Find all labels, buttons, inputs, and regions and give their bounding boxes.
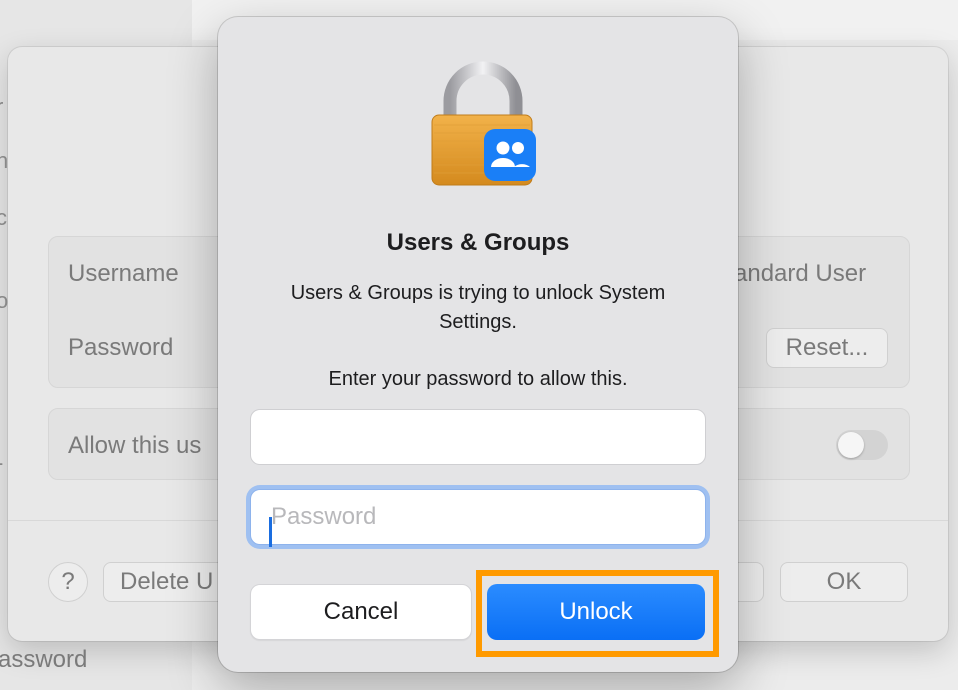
account-type-value: andard User — [734, 260, 867, 287]
dialog-message: Users & Groups is trying to unlock Syste… — [290, 282, 666, 333]
sidebar-fragment: - — [0, 450, 3, 476]
password-section-label: assword — [0, 646, 88, 673]
lock-users-icon — [428, 61, 538, 191]
allow-admin-label: Allow this us — [68, 432, 202, 459]
help-button[interactable]: ? — [48, 562, 88, 602]
cancel-button[interactable]: Cancel — [250, 584, 472, 640]
username-label: Username — [68, 260, 179, 287]
sidebar-fragment: r — [0, 94, 3, 120]
dialog-title: Users & Groups — [386, 229, 570, 256]
ok-button[interactable]: OK — [780, 562, 908, 602]
allow-admin-toggle[interactable] — [836, 430, 888, 460]
username-field[interactable] — [250, 409, 706, 465]
text-caret — [269, 517, 272, 547]
reset-password-button[interactable]: Reset... — [766, 328, 888, 368]
password-field[interactable] — [250, 489, 706, 545]
unlock-highlight-box — [476, 570, 719, 657]
sidebar-fragment: c — [0, 205, 7, 230]
sidebar-fragment: o — [0, 288, 9, 313]
dialog-prompt: Enter your password to allow this. — [328, 368, 628, 390]
sidebar-fragment: h — [0, 148, 9, 173]
password-label: Password — [68, 334, 174, 361]
